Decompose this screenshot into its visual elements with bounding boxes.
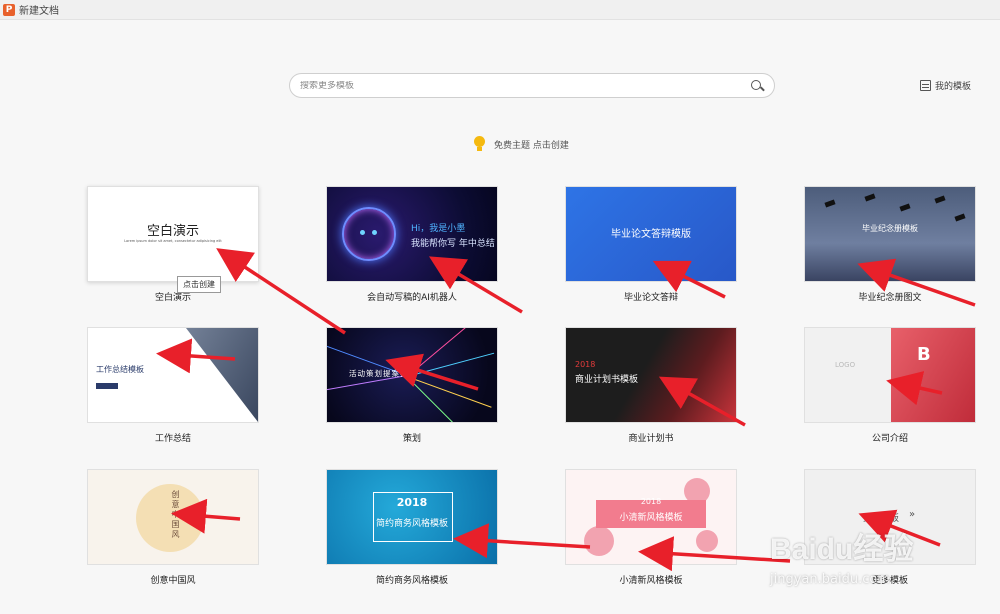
grad-cap-graphic (934, 195, 946, 204)
tooltip: 点击创建 (177, 276, 221, 293)
window-title: 新建文档 (19, 6, 59, 17)
thumbnail-title: 更多模板 (863, 514, 900, 524)
light-ray (406, 376, 492, 408)
flower-graphic (584, 526, 614, 556)
template-label[interactable]: 简约商务风格模板 (326, 573, 498, 587)
template-label[interactable]: 会自动写稿的AI机器人 (326, 290, 498, 304)
grad-cap-graphic (824, 199, 836, 208)
free-theme-label: 免费主题 点击创建 (494, 140, 569, 151)
bulb-icon (473, 136, 486, 152)
thumbnail-title: 工作总结模板 (96, 365, 144, 374)
template-label[interactable]: 空白演示 (87, 290, 259, 304)
robot-eye (360, 230, 365, 235)
my-templates-label: 我的模板 (935, 82, 972, 92)
thumbnail-title: 商业计划书模板 (575, 375, 639, 385)
template-label[interactable]: 小清新风格模板 (565, 573, 737, 587)
chevron-right-icon: » (909, 509, 916, 520)
template-label[interactable]: 策划 (326, 431, 498, 445)
thumbnail-subtitle: Lorem ipsum dolor sit amet, consectetur … (124, 239, 222, 243)
template-card-business-plan[interactable]: 2018 商业计划书模板 商业计划书 (565, 327, 737, 445)
template-thumbnail[interactable]: LOGO B (804, 327, 976, 423)
thumbnail-letter: B (917, 344, 931, 365)
grad-cap-graphic (899, 203, 911, 212)
title-bar: P 新建文档 (0, 0, 1000, 20)
my-templates-button[interactable]: 我的模板 (920, 79, 971, 92)
template-thumbnail[interactable]: 毕业论文答辩模版 (565, 186, 737, 282)
template-thumbnail[interactable]: 2018 简约商务风格模板 (326, 469, 498, 565)
template-thumbnail[interactable]: 创意中国风 (87, 469, 259, 565)
template-label[interactable]: 创意中国风 (87, 573, 259, 587)
template-card-company-intro[interactable]: LOGO B 公司介绍 (804, 327, 976, 445)
template-card-ai-robot[interactable]: Hi，我是小墨 我能帮你写 年中总结 会自动写稿的AI机器人 (326, 186, 498, 304)
template-card-blank[interactable]: 空白演示 Lorem ipsum dolor sit amet, consect… (87, 186, 259, 304)
template-card-planning[interactable]: 活动策划提案模板 策划 (326, 327, 498, 445)
doc-icon (920, 80, 931, 91)
thumbnail-year: 2018 (575, 360, 596, 369)
template-label[interactable]: 商业计划书 (565, 431, 737, 445)
robot-eye (372, 230, 377, 235)
thumbnail-title: 活动策划提案模板 (349, 369, 417, 378)
light-ray (407, 328, 477, 377)
template-label[interactable]: 毕业论文答辩 (565, 290, 737, 304)
template-thumbnail[interactable]: 空白演示 Lorem ipsum dolor sit amet, consect… (87, 186, 259, 282)
template-label[interactable]: 工作总结 (87, 431, 259, 445)
search-bar[interactable] (289, 73, 775, 98)
red-panel-graphic (891, 328, 975, 422)
thumbnail-button-graphic (96, 383, 118, 389)
thumbnail-logo: LOGO (835, 361, 856, 369)
thumbnail-title: 毕业纪念册模板 (862, 224, 918, 233)
template-card-graduation-album[interactable]: 毕业纪念册模板 毕业纪念册图文 (804, 186, 976, 304)
thumbnail-title: 毕业论文答辩模版 (611, 229, 691, 240)
grad-cap-graphic (954, 213, 966, 222)
building-graphic (186, 328, 258, 422)
search-input[interactable] (300, 80, 750, 91)
search-icon[interactable] (750, 79, 764, 93)
app-icon: P (3, 3, 15, 16)
grad-cap-graphic (864, 193, 876, 202)
robot-ring-graphic (342, 207, 396, 261)
flower-graphic (696, 530, 718, 552)
template-card-work-summary[interactable]: 工作总结模板 工作总结 (87, 327, 259, 445)
template-card-fresh-style[interactable]: 2018 小清新风格模板 小清新风格模板 (565, 469, 737, 587)
thumbnail-line2: 我能帮你写 年中总结 (411, 239, 495, 249)
thumbnail-line1: Hi，我是小墨 (411, 224, 466, 234)
template-card-chinese-style[interactable]: 创意中国风 创意中国风 (87, 469, 259, 587)
template-card-simple-business[interactable]: 2018 简约商务风格模板 简约商务风格模板 (326, 469, 498, 587)
thumbnail-title: 小清新风格模板 (619, 513, 683, 523)
thumbnail-year: 2018 (396, 496, 428, 509)
template-card-thesis[interactable]: 毕业论文答辩模版 毕业论文答辩 (565, 186, 737, 304)
light-ray (406, 376, 471, 422)
free-theme-link[interactable]: 免费主题 点击创建 (473, 136, 569, 152)
thumbnail-year: 2018 (640, 497, 662, 506)
template-thumbnail[interactable]: 2018 小清新风格模板 (565, 469, 737, 565)
thumbnail-title: 空白演示 (146, 224, 199, 239)
thumbnail-title: 简约商务风格模板 (375, 519, 448, 529)
template-thumbnail[interactable]: 更多模板 » (804, 469, 976, 565)
template-label[interactable]: 毕业纪念册图文 (804, 290, 976, 304)
template-thumbnail[interactable]: 工作总结模板 (87, 327, 259, 423)
template-card-more[interactable]: 更多模板 » 更多模板 (804, 469, 976, 587)
thumbnail-title: 创意中国风 (171, 490, 180, 540)
template-thumbnail[interactable]: 2018 商业计划书模板 (565, 327, 737, 423)
template-thumbnail[interactable]: 毕业纪念册模板 (804, 186, 976, 282)
template-thumbnail[interactable]: 活动策划提案模板 (326, 327, 498, 423)
template-label[interactable]: 更多模板 (804, 573, 976, 587)
template-thumbnail[interactable]: Hi，我是小墨 我能帮你写 年中总结 (326, 186, 498, 282)
template-label[interactable]: 公司介绍 (804, 431, 976, 445)
